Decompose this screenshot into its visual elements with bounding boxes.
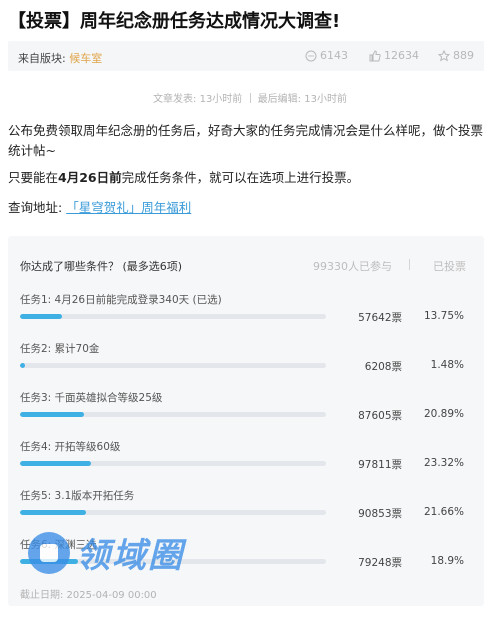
option-votes: 87605票 <box>358 410 402 422</box>
option-percent: 1.48% <box>430 359 464 371</box>
option-label: 任务5: 3.1版本开拓任务 <box>20 490 135 502</box>
like-count-value: 12634 <box>384 49 419 62</box>
condition-prefix: 只要能在 <box>8 170 59 185</box>
vote-deadline: 截止日期: 2025-04-09 00:00 <box>20 590 157 601</box>
option-bar-fill <box>20 510 87 515</box>
vote-option[interactable]: 任务2: 累计70金 6208票 1.48% <box>20 341 472 381</box>
option-bar-fill <box>20 363 25 368</box>
option-bar-fill <box>20 314 63 319</box>
option-bar-track <box>20 559 326 564</box>
vote-option[interactable]: 任务1: 4月26日前能完成登录340天 (已选) 57642票 13.75% <box>20 292 472 332</box>
option-percent: 18.9% <box>430 555 464 567</box>
favorite-count-value: 889 <box>453 49 474 62</box>
forum-section: 来自版块: 候车室 <box>18 50 102 66</box>
option-votes: 97811票 <box>358 459 402 471</box>
vote-participants: 99330人已参与 <box>313 260 392 273</box>
vote-header: 你达成了哪些条件？ (最多选6项) 99330人已参与 已投票 <box>20 258 472 278</box>
option-bar-fill <box>20 461 92 466</box>
time-divider <box>249 93 251 103</box>
option-label: 任务3: 千面英雄拟合等级25级 <box>20 392 163 404</box>
option-label: 任务6: 深渊三选 <box>20 539 97 551</box>
vote-option[interactable]: 任务5: 3.1版本开拓任务 90853票 21.66% <box>20 488 472 528</box>
intro-paragraph: 公布免费领取周年纪念册的任务后，好奇大家的任务完成情况会是什么样呢，做个投票统计… <box>8 123 484 158</box>
option-votes: 6208票 <box>364 361 402 373</box>
option-label: 任务4: 开拓等级60级 <box>20 441 121 453</box>
comment-count[interactable]: 6143 <box>305 49 348 62</box>
option-label: 任务1: 4月26日前能完成登录340天 (已选) <box>20 294 222 306</box>
query-label: 查询地址: <box>8 200 67 215</box>
condition-suffix: 完成任务条件，就可以在选项上进行投票。 <box>121 170 360 185</box>
like-count[interactable]: 12634 <box>369 49 419 62</box>
section-label: 来自版块: <box>18 52 66 65</box>
post-meta-bar: 来自版块: 候车室 6143 12634 889 <box>8 41 484 71</box>
comment-icon <box>305 50 317 61</box>
option-bar-track <box>20 412 326 417</box>
query-paragraph: 查询地址: 「星穹贺礼」周年福利 <box>8 198 191 218</box>
option-bar-fill <box>20 412 84 417</box>
comment-count-value: 6143 <box>320 49 348 62</box>
post-times: 文章发表: 13小时前 最后编辑: 13小时前 <box>0 90 500 105</box>
query-link[interactable]: 「星穹贺礼」周年福利 <box>66 200 191 215</box>
option-bar-fill <box>20 559 78 564</box>
voted-status: 已投票 <box>433 260 466 273</box>
edited-time: 最后编辑: 13小时前 <box>257 94 347 105</box>
option-bar-track <box>20 461 326 466</box>
option-percent: 23.32% <box>423 457 464 469</box>
option-percent: 13.75% <box>423 310 464 322</box>
vote-option[interactable]: 任务6: 深渊三选 79248票 18.9% <box>20 537 472 577</box>
option-bar-track <box>20 314 326 319</box>
deadline-highlight: 4月26日前 <box>58 170 122 185</box>
option-bar-track <box>20 363 326 368</box>
vote-question: 你达成了哪些条件？ (最多选6项) <box>20 260 183 273</box>
option-percent: 21.66% <box>423 506 464 518</box>
page-title: 【投票】周年纪念册任务达成情况大调查! <box>8 11 341 32</box>
favorite-count[interactable]: 889 <box>438 49 474 62</box>
option-votes: 90853票 <box>358 508 402 520</box>
option-votes: 57642票 <box>358 312 402 324</box>
section-link[interactable]: 候车室 <box>69 52 102 65</box>
condition-paragraph: 只要能在4月26日前完成任务条件，就可以在选项上进行投票。 <box>8 168 359 188</box>
option-votes: 79248票 <box>358 557 402 569</box>
vote-header-divider <box>409 259 410 270</box>
option-label: 任务2: 累计70金 <box>20 343 100 355</box>
published-time: 文章发表: 13小时前 <box>153 94 243 105</box>
option-bar-track <box>20 510 326 515</box>
option-percent: 20.89% <box>423 408 464 420</box>
thumbs-up-icon <box>369 49 381 61</box>
star-icon <box>438 49 450 61</box>
vote-option[interactable]: 任务4: 开拓等级60级 97811票 23.32% <box>20 439 472 479</box>
vote-option[interactable]: 任务3: 千面英雄拟合等级25级 87605票 20.89% <box>20 390 472 430</box>
vote-panel: 你达成了哪些条件？ (最多选6项) 99330人已参与 已投票 任务1: 4月2… <box>8 236 484 606</box>
